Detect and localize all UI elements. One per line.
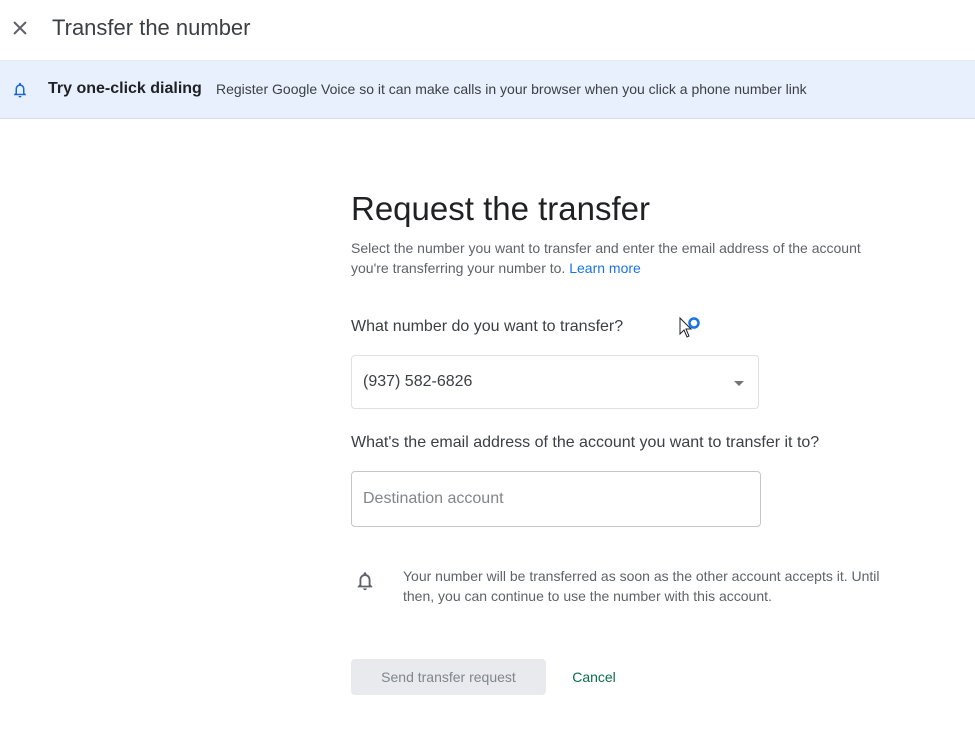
email-question-label: What's the email address of the account … [351,434,820,451]
banner-text[interactable]: Register Google Voice so it can make cal… [216,81,807,97]
transfer-note: Your number will be transferred as soon … [403,568,880,604]
one-click-dialing-banner: Try one-click dialing Register Google Vo… [0,61,975,119]
bell-icon [14,82,26,98]
number-select[interactable]: (937) 582-6826 [351,355,759,409]
mouse-cursor-icon [679,316,700,338]
section-heading: Request the transfer [351,190,650,227]
close-icon [13,21,27,35]
banner-title: Try one-click dialing [48,80,202,97]
selected-number: (937) 582-6826 [363,373,473,390]
chevron-down-icon [734,381,744,386]
learn-more-link[interactable]: Learn more [569,260,641,276]
app-header: Transfer the number [0,0,975,61]
number-question-label: What number do you want to transfer? [351,318,624,335]
page-title: Transfer the number [52,15,251,40]
cancel-button[interactable]: Cancel [563,659,625,695]
send-transfer-request-button[interactable]: Send transfer request [351,659,546,695]
close-button[interactable] [6,14,34,42]
section-description: Select the number you want to transfer a… [351,238,891,278]
destination-account-input[interactable] [351,471,761,527]
bell-icon [357,572,373,591]
